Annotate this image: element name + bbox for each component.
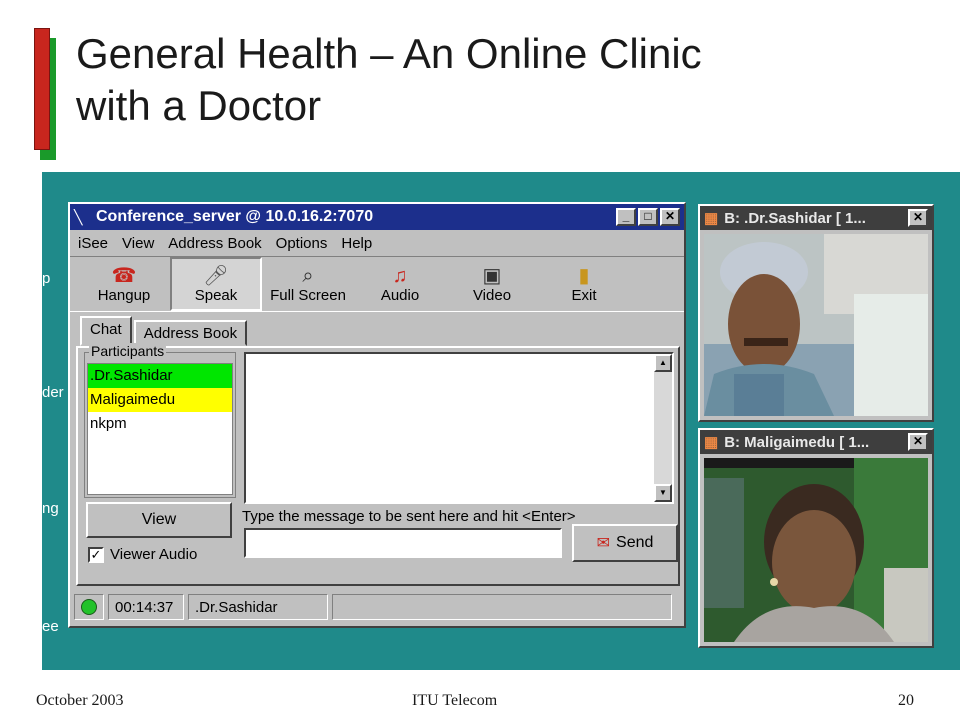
camera-icon: ▣ <box>482 264 502 287</box>
participants-label: Participants <box>89 343 167 359</box>
app-icon: ▦ <box>704 210 719 227</box>
phone-icon: ☎ <box>111 264 137 287</box>
status-empty <box>332 594 672 620</box>
chat-scrollbar[interactable]: ▲ ▼ <box>654 354 672 502</box>
magnifier-icon: ⌕ <box>302 264 314 287</box>
status-bar: 00:14:37 .Dr.Sashidar <box>74 592 680 622</box>
send-icon: ✉ <box>596 535 611 552</box>
microphone-icon: 🎤︎ <box>203 264 229 287</box>
participants-list: .Dr.Sashidar Maligaimedu nkpm <box>87 363 233 495</box>
window-title: Conference_server @ 10.0.16.2:7070 <box>96 208 374 225</box>
footer-page-number: 20 <box>898 692 914 709</box>
speak-label: Speak <box>194 286 238 304</box>
menu-bar: iSee View Address Book Options Help <box>70 230 684 256</box>
video-label: Video <box>472 286 512 304</box>
exit-label: Exit <box>571 286 597 304</box>
message-hint: Type the message to be sent here and hit… <box>242 508 576 525</box>
desktop-icon-label[interactable]: der <box>42 384 64 401</box>
close-button[interactable]: ✕ <box>908 433 928 451</box>
tab-chat[interactable]: Chat <box>80 316 132 346</box>
minimize-button[interactable]: _ <box>616 208 636 226</box>
hangup-button[interactable]: ☎ Hangup <box>78 257 170 311</box>
footer-date: October 2003 <box>36 692 124 709</box>
view-button[interactable]: View <box>86 502 232 538</box>
desktop-icon-label[interactable]: ee <box>42 618 59 635</box>
status-time: 00:14:37 <box>108 594 184 620</box>
doctor-video-image <box>704 234 928 416</box>
desktop-screenshot: p der ng ee ╲ Conference_server @ 10.0.1… <box>42 172 960 670</box>
participant-item[interactable]: .Dr.Sashidar <box>88 364 232 388</box>
menu-isee[interactable]: iSee <box>78 235 108 252</box>
speak-button[interactable]: 🎤︎ Speak <box>170 257 262 311</box>
menu-view[interactable]: View <box>122 235 154 252</box>
conference-window: ╲ Conference_server @ 10.0.16.2:7070 _ □… <box>68 202 686 628</box>
doctor-video-feed <box>704 234 928 421</box>
toolbar: ☎ Hangup 🎤︎ Speak ⌕ Full Screen ♫ Audio … <box>70 256 684 312</box>
close-button[interactable]: ✕ <box>908 209 928 227</box>
participant-item[interactable]: nkpm <box>88 412 232 436</box>
video-window-doctor: ▦ B: .Dr.Sashidar [ 1... ✕ <box>698 204 934 422</box>
menu-help[interactable]: Help <box>341 235 372 252</box>
video-title: B: Maligaimedu [ 1... <box>724 433 870 451</box>
status-indicator <box>74 594 104 620</box>
maximize-button[interactable]: □ <box>638 208 658 226</box>
menu-address-book[interactable]: Address Book <box>168 235 261 252</box>
window-titlebar[interactable]: ╲ Conference_server @ 10.0.16.2:7070 _ □… <box>70 204 684 230</box>
menu-options[interactable]: Options <box>276 235 328 252</box>
video-title: B: .Dr.Sashidar [ 1... <box>724 209 866 227</box>
video-titlebar[interactable]: ▦ B: Maligaimedu [ 1... ✕ <box>700 430 932 454</box>
door-icon: ▮ <box>578 264 590 287</box>
app-icon: ╲ <box>74 209 83 225</box>
video-window-patient: ▦ B: Maligaimedu [ 1... ✕ <box>698 428 934 648</box>
viewer-audio-label: Viewer Audio <box>110 546 198 563</box>
send-label: Send <box>616 534 654 551</box>
scroll-down-arrow[interactable]: ▼ <box>654 484 672 502</box>
footer-organization: ITU Telecom <box>412 692 498 709</box>
full-screen-button[interactable]: ⌕ Full Screen <box>262 257 354 311</box>
audio-label: Audio <box>380 286 420 304</box>
speaker-icon: ♫ <box>392 264 408 287</box>
checkbox-box[interactable]: ✓ <box>88 546 104 563</box>
app-icon: ▦ <box>704 434 719 451</box>
message-input[interactable] <box>244 528 562 558</box>
participant-item[interactable]: Maligaimedu <box>88 388 232 412</box>
close-button[interactable]: ✕ <box>660 208 680 226</box>
patient-video-feed <box>704 458 928 647</box>
chat-log[interactable]: ▲ ▼ <box>244 352 674 504</box>
title-line-2: with a Doctor <box>76 82 322 129</box>
video-button[interactable]: ▣ Video <box>446 257 538 311</box>
hangup-label: Hangup <box>97 286 151 304</box>
slide-title: General Health – An Online Clinic with a… <box>76 28 936 132</box>
participants-group: Participants .Dr.Sashidar Maligaimedu nk… <box>84 343 236 498</box>
scroll-up-arrow[interactable]: ▲ <box>654 354 672 372</box>
viewer-audio-checkbox[interactable]: ✓ Viewer Audio <box>88 546 197 563</box>
connection-status-icon <box>81 599 97 615</box>
audio-button[interactable]: ♫ Audio <box>354 257 446 311</box>
status-user: .Dr.Sashidar <box>188 594 328 620</box>
full-screen-label: Full Screen <box>270 286 346 304</box>
patient-video-image <box>704 458 928 642</box>
exit-button[interactable]: ▮ Exit <box>538 257 630 311</box>
desktop-icon-label[interactable]: p <box>42 270 50 287</box>
send-button[interactable]: ✉ Send <box>572 524 678 562</box>
desktop-icon-label[interactable]: ng <box>42 500 59 517</box>
title-accent-red <box>34 28 50 150</box>
chat-panel: Participants .Dr.Sashidar Maligaimedu nk… <box>76 343 680 586</box>
title-line-1: General Health – An Online Clinic <box>76 30 702 77</box>
video-titlebar[interactable]: ▦ B: .Dr.Sashidar [ 1... ✕ <box>700 206 932 230</box>
